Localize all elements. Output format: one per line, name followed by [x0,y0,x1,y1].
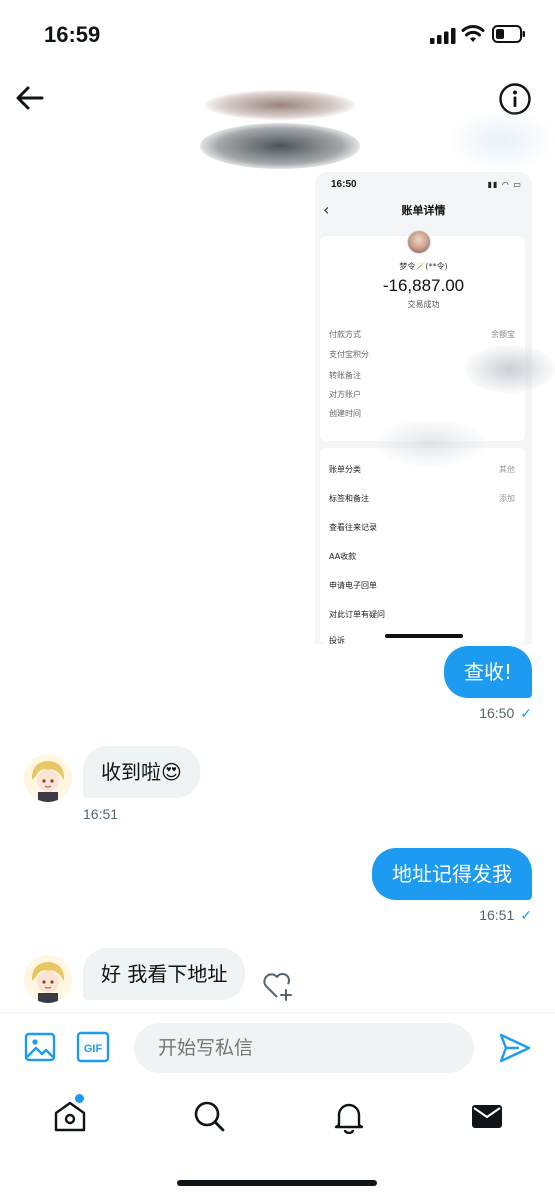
outgoing-message-bubble[interactable]: 查收! [443,646,532,698]
svg-text:GIF: GIF [84,1043,103,1055]
avatar-icon [24,754,72,802]
detail-label: 付款方式 [329,330,361,339]
cellular-signal-icon [430,28,456,44]
bill-action-label: 查看往来记录 [329,523,377,532]
embedded-status-icons: ▮▮ ◠ ▭ [487,180,522,189]
bill-action-item: 查看往来记录 [329,522,519,533]
bill-action-label: 投诉 [329,636,345,644]
image-message[interactable]: 16:50 ▮▮ ◠ ▭ ‹ 账单详情 梦令🪄(**令) -16,887.00 … [315,172,532,644]
message-timestamp: 16:51 [83,806,119,822]
bill-amount: -16,887.00 [382,276,465,295]
redaction-blur [375,420,485,466]
message-timestamp: 16:50 ✓ [479,705,532,722]
bill-action-label: 账单分类 [329,465,361,474]
status-time: 16:59 [44,22,101,47]
redaction-blur [450,110,555,170]
send-icon[interactable] [498,1031,532,1065]
outgoing-message-bubble[interactable]: 地址记得发我 [372,848,532,900]
back-arrow-icon[interactable] [14,82,46,114]
bill-action-item: 申请电子回单 [329,580,519,591]
wifi-icon [461,25,485,42]
bill-action-value: 其他 [499,465,515,474]
detail-row: 付款方式 余额宝 [329,329,519,340]
bill-action-label: 标签和备注 [329,494,369,503]
gif-icon[interactable]: GIF [76,1031,110,1063]
bill-action-value: 添加 [499,494,515,503]
home-indicator [177,1180,377,1186]
heart-plus-icon[interactable] [262,970,296,1002]
redacted-username [200,123,360,169]
avatar-icon [24,955,72,1003]
avatar[interactable] [24,754,72,802]
embedded-nav-bar: ‹ 账单详情 [315,196,532,226]
battery-icon [492,25,525,43]
sent-check-icon: ✓ [520,907,532,923]
redaction-blur [465,345,555,393]
message-input[interactable] [134,1023,474,1073]
image-icon[interactable] [24,1031,56,1063]
status-bar: 16:59 [0,0,555,68]
embedded-home-indicator [385,634,463,638]
bill-action-label: 对此订单有疑问 [329,610,385,619]
redacted-avatar [205,90,355,120]
detail-label: 创建时间 [329,409,361,418]
avatar[interactable] [24,955,72,1003]
message-composer: GIF [0,1012,555,1084]
search-icon[interactable] [191,1098,227,1134]
detail-row: 创建时间 [329,408,519,419]
embedded-title: 账单详情 [401,204,446,217]
payee-avatar [407,230,431,254]
bill-action-label: AA收款 [329,552,357,561]
bill-action-item: AA收款 [329,551,519,562]
notification-dot [75,1094,84,1103]
bill-action-label: 申请电子回单 [329,581,377,590]
detail-label: 转账备注 [329,371,361,380]
bill-action-item: 标签和备注 添加 [329,493,519,504]
sent-check-icon: ✓ [520,705,532,721]
incoming-message-bubble[interactable]: 好 我看下地址 [83,948,246,1000]
bill-status: 交易成功 [407,300,440,309]
embedded-status-time: 16:50 [331,179,357,190]
detail-value: 余额宝 [491,330,515,339]
detail-label: 支付宝积分 [329,350,369,359]
timestamp-text: 16:50 [479,705,515,721]
bell-icon[interactable] [331,1098,367,1134]
detail-label: 对方账户 [329,390,361,399]
home-icon[interactable] [52,1098,88,1134]
bill-action-item: 对此订单有疑问 [329,609,519,620]
incoming-message-bubble[interactable]: 收到啦😍 [83,746,200,798]
timestamp-text: 16:51 [479,907,515,923]
payee-name: 梦令🪄(**令) [399,262,448,271]
embedded-status-bar: 16:50 ▮▮ ◠ ▭ [315,172,532,196]
message-timestamp: 16:51 ✓ [479,907,532,924]
mail-icon[interactable] [469,1098,505,1134]
